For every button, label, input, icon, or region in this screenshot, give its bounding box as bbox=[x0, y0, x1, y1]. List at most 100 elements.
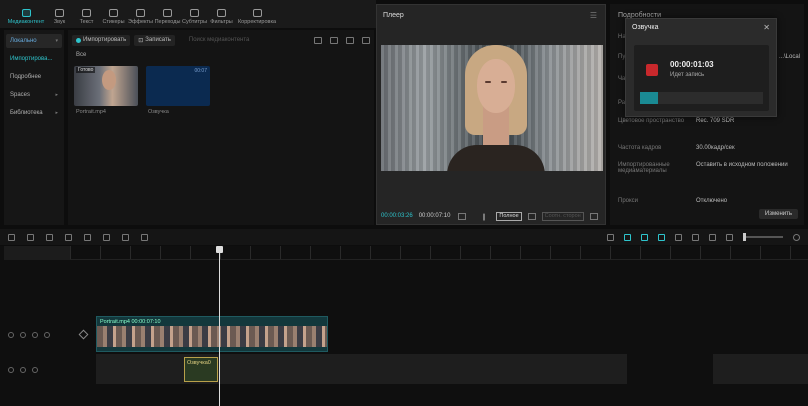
tool-media[interactable]: Медиаконтент bbox=[6, 2, 46, 28]
chevron-down-icon: ▾ bbox=[55, 38, 58, 44]
shield-icon[interactable] bbox=[141, 233, 148, 241]
voiceover-clip-label: Озвучка0 bbox=[187, 360, 211, 366]
total-timecode: 00:00:07:10 bbox=[418, 213, 451, 219]
all-filter-label[interactable]: Все bbox=[76, 52, 86, 58]
snap-icon[interactable] bbox=[658, 233, 665, 241]
subject-eye bbox=[485, 81, 491, 83]
sidebar-item-spaces[interactable]: Spaces ▸ bbox=[6, 88, 62, 102]
media-sidebar: Локально ▾ Импортирова... Подробнее Spac… bbox=[4, 30, 64, 225]
change-button[interactable]: Изменить bbox=[758, 209, 798, 219]
sidebar-item-library[interactable]: Библиотека ▸ bbox=[6, 106, 62, 120]
thumb-preview bbox=[102, 70, 116, 90]
sidebar-item-more[interactable]: Подробнее bbox=[6, 70, 62, 84]
aspect-ratio-button[interactable]: Соотн. сторон bbox=[541, 211, 584, 221]
full-quality-button[interactable]: Полное bbox=[496, 211, 522, 221]
tool-subtitles[interactable]: Субтитры bbox=[181, 2, 208, 28]
time-ruler[interactable] bbox=[70, 246, 808, 260]
video-clip[interactable]: Portrait.mp4 00:00:07:10 bbox=[96, 316, 328, 352]
detail-value: Rec. 709 SDR bbox=[696, 118, 735, 124]
lock-icon[interactable] bbox=[8, 367, 14, 373]
timeline-area[interactable]: Portrait.mp4 00:00:07:10 Озвучка0 bbox=[0, 246, 808, 406]
zoom-out-icon[interactable] bbox=[726, 233, 733, 241]
playhead[interactable] bbox=[219, 246, 220, 406]
media-panel: Импортировать ⊡ Записать Поиск медиаконт… bbox=[68, 30, 374, 225]
detail-key: Частота кадров bbox=[618, 145, 662, 151]
magnet-icon[interactable] bbox=[641, 233, 648, 241]
tool-audio[interactable]: Звук bbox=[46, 2, 73, 28]
microphone-icon[interactable] bbox=[607, 233, 614, 241]
split-left-icon[interactable] bbox=[84, 233, 91, 241]
zoom-slider-knob[interactable] bbox=[743, 233, 746, 241]
close-icon[interactable]: ✕ bbox=[763, 23, 770, 32]
search-input[interactable]: Поиск медиаконтента bbox=[189, 35, 289, 46]
dialog-header: Озвучка ✕ bbox=[626, 19, 776, 35]
preview-axis-icon[interactable] bbox=[675, 233, 682, 241]
playhead-handle[interactable] bbox=[216, 246, 223, 253]
timeline-view-icon[interactable] bbox=[458, 212, 467, 220]
zoom-fit-icon[interactable] bbox=[793, 233, 800, 241]
sidebar-item-label: Импортирова... bbox=[10, 56, 53, 62]
track-header-ruler bbox=[4, 246, 70, 260]
detail-key: Цветовое пространство bbox=[618, 118, 685, 124]
video-preview[interactable] bbox=[381, 45, 603, 171]
audio-icon bbox=[55, 9, 64, 17]
adjust-icon bbox=[252, 9, 262, 17]
detail-key: Прокси bbox=[618, 198, 639, 204]
split-right-icon[interactable] bbox=[103, 233, 110, 241]
recording-status: Идет запись bbox=[670, 72, 705, 78]
zoom-slider[interactable] bbox=[743, 233, 783, 241]
player-title: Плеер bbox=[383, 12, 404, 19]
media-thumb[interactable]: Готово bbox=[74, 66, 138, 106]
sidebar-item-imported[interactable]: Импортирова... bbox=[6, 52, 62, 66]
thumb-caption: Озвучка bbox=[148, 109, 169, 115]
emoji-icon[interactable] bbox=[709, 233, 716, 241]
media-thumb[interactable]: 00:07 bbox=[146, 66, 210, 106]
sidebar-item-local[interactable]: Локально ▾ bbox=[6, 34, 62, 48]
split-icon[interactable] bbox=[65, 233, 72, 241]
lock-icon[interactable] bbox=[8, 332, 14, 338]
timeline-toolbar bbox=[0, 229, 808, 245]
caption-icon[interactable] bbox=[692, 233, 699, 241]
media-toolbar: Импортировать ⊡ Записать Поиск медиаконт… bbox=[72, 34, 370, 46]
tool-filters[interactable]: Фильтры bbox=[208, 2, 235, 28]
tool-stickers[interactable]: Стикеры bbox=[100, 2, 127, 28]
menu-icon[interactable]: ☰ bbox=[590, 11, 597, 20]
audio-mute-icon[interactable] bbox=[32, 332, 38, 338]
tool-effects[interactable]: Эффекты bbox=[127, 2, 154, 28]
undo-icon[interactable] bbox=[27, 233, 34, 241]
sidebar-item-label: Библиотека bbox=[10, 110, 43, 116]
tool-adjust[interactable]: Корректировка bbox=[235, 2, 279, 28]
sidebar-item-label: Spaces bbox=[10, 92, 31, 98]
audio-track-lane[interactable] bbox=[96, 354, 627, 384]
more-icon[interactable] bbox=[44, 332, 50, 338]
delete-icon[interactable] bbox=[122, 233, 129, 241]
audio-mute-icon[interactable] bbox=[20, 367, 26, 373]
more-icon[interactable] bbox=[32, 367, 38, 373]
import-button[interactable]: Импортировать bbox=[72, 34, 131, 46]
sort-icon[interactable] bbox=[346, 36, 354, 44]
record-icon: ⊡ bbox=[138, 37, 144, 44]
fullscreen-icon[interactable] bbox=[589, 212, 598, 220]
grid-view-icon[interactable] bbox=[330, 36, 338, 44]
detail-value: 30.00кадр/сек bbox=[696, 145, 735, 151]
select-tool-icon[interactable] bbox=[8, 233, 15, 241]
voiceover-clip[interactable]: Озвучка0 bbox=[184, 357, 218, 382]
link-icon[interactable] bbox=[624, 233, 631, 241]
tool-transitions[interactable]: Переходы bbox=[154, 2, 181, 28]
crop-icon[interactable] bbox=[527, 212, 536, 220]
folder-icon[interactable] bbox=[314, 36, 322, 44]
view-controls bbox=[314, 36, 370, 44]
detail-value: Отключено bbox=[696, 198, 728, 204]
subject-eye bbox=[501, 81, 507, 83]
redo-icon[interactable] bbox=[46, 233, 53, 241]
record-button[interactable]: ⊡ Записать bbox=[134, 34, 175, 46]
stop-record-button[interactable] bbox=[646, 64, 658, 76]
tool-text[interactable]: Текст bbox=[73, 2, 100, 28]
pause-icon[interactable]: ∥ bbox=[482, 213, 490, 221]
filter-icon[interactable] bbox=[362, 36, 370, 44]
audio-track-lane[interactable] bbox=[713, 354, 808, 384]
edit-cover-icon[interactable] bbox=[78, 329, 89, 340]
eye-icon[interactable] bbox=[20, 332, 26, 338]
tool-label: Фильтры bbox=[210, 19, 233, 25]
video-clip-label: Portrait.mp4 00:00:07:10 bbox=[100, 319, 161, 325]
